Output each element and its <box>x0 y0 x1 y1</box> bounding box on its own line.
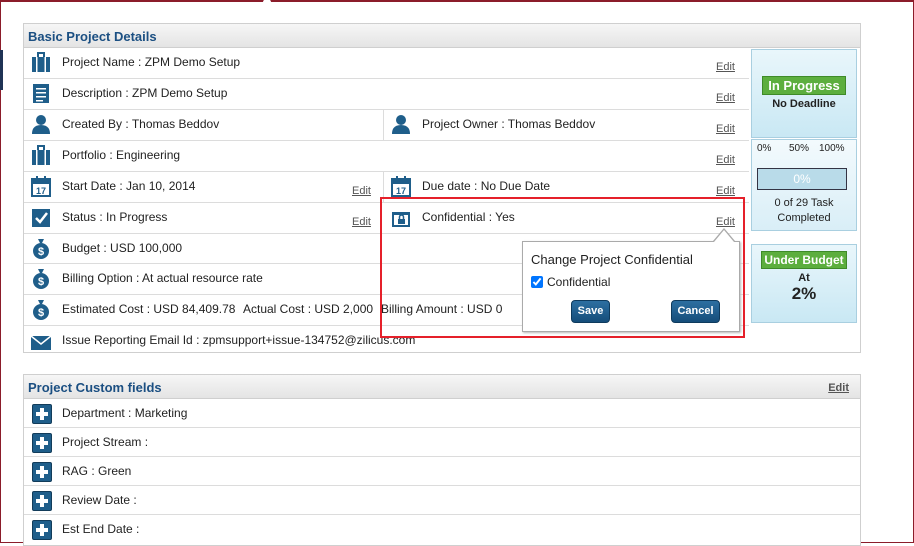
start-date-text: Start Date : Jan 10, 2014 <box>62 179 196 193</box>
edit-portfolio-link[interactable]: Edit <box>716 154 735 166</box>
edit-custom-fields-link[interactable]: Edit <box>828 382 849 394</box>
at-label: At <box>798 272 810 284</box>
due-date-text: Due date : No Due Date <box>422 179 551 193</box>
briefcase-icon <box>32 52 50 72</box>
money-bag-icon: $ <box>33 239 49 259</box>
description-text: Description : ZPM Demo Setup <box>62 86 228 100</box>
edit-start-date-link[interactable]: Edit <box>352 185 371 197</box>
issue-email-text: Issue Reporting Email Id : zpmsupport+is… <box>62 333 416 347</box>
edit-due-date-link[interactable]: Edit <box>716 185 735 197</box>
owner-user-icon <box>392 115 410 134</box>
estimated-cost-text: Estimated Cost : USD 84,409.78 <box>62 302 236 316</box>
budget-percent: 2% <box>791 284 817 303</box>
progress-label-50: 50% <box>789 143 810 154</box>
custom-field-row: Project Stream : <box>24 428 860 457</box>
save-button[interactable]: Save <box>571 300 610 323</box>
plus-icon <box>32 404 52 424</box>
task-progress-box: 0% 50% 100% 0% 0 of 29 Task Completed <box>751 139 857 231</box>
cost-money-icon: $ <box>33 300 49 320</box>
row-created-owner: Created By : Thomas Beddov Project Owner… <box>24 110 749 141</box>
plus-icon <box>32 462 52 482</box>
edit-description-link[interactable]: Edit <box>716 92 735 104</box>
edit-status-link[interactable]: Edit <box>352 216 371 228</box>
progress-label-100: 100% <box>819 143 845 154</box>
custom-field-text: Est End Date : <box>62 522 140 536</box>
user-icon <box>32 115 50 134</box>
svg-text:$: $ <box>38 276 44 288</box>
budget-text: Budget : USD 100,000 <box>62 241 183 255</box>
confidential-checkbox[interactable] <box>531 276 543 288</box>
custom-panel-title: Project Custom fields <box>28 380 162 395</box>
edit-owner-link[interactable]: Edit <box>716 123 735 135</box>
custom-field-row: Review Date : <box>24 486 860 515</box>
portfolio-icon <box>32 145 50 165</box>
custom-field-text: Review Date : <box>62 493 137 507</box>
custom-field-row: RAG : Green <box>24 457 860 486</box>
edit-project-name-link[interactable]: Edit <box>716 61 735 73</box>
plus-icon <box>32 520 52 540</box>
project-name-text: Project Name : ZPM Demo Setup <box>62 55 241 69</box>
left-accent-bar <box>0 50 3 90</box>
column-divider <box>383 110 384 140</box>
project-custom-fields-panel: Project Custom fields Edit Department : … <box>23 374 861 546</box>
plus-icon <box>32 491 52 511</box>
tasks-completed-line2: Completed <box>777 212 831 224</box>
svg-text:17: 17 <box>396 186 406 196</box>
svg-text:$: $ <box>38 246 44 258</box>
custom-field-text: Project Stream : <box>62 435 149 449</box>
due-calendar-icon: 17 <box>391 176 411 197</box>
confidential-checkbox-row[interactable]: Confidential <box>531 275 610 289</box>
status-text: Status : In Progress <box>62 210 168 224</box>
deadline-text: No Deadline <box>772 98 836 110</box>
custom-field-row: Department : Marketing <box>24 399 860 428</box>
cancel-button[interactable]: Cancel <box>671 300 720 323</box>
custom-field-text: RAG : Green <box>62 464 132 478</box>
panel-title: Basic Project Details <box>28 29 157 44</box>
svg-text:17: 17 <box>36 186 46 196</box>
confidential-checkbox-label: Confidential <box>547 275 611 289</box>
project-owner-text: Project Owner : Thomas Beddov <box>422 117 596 131</box>
portfolio-text: Portfolio : Engineering <box>62 148 181 162</box>
email-icon <box>31 335 51 350</box>
billing-money-icon: $ <box>33 269 49 289</box>
custom-panel-header: Project Custom fields Edit <box>24 375 860 399</box>
created-by-text: Created By : Thomas Beddov <box>62 117 220 131</box>
checkmark-icon <box>32 209 50 227</box>
frame-notch <box>263 0 271 5</box>
custom-field-text: Department : Marketing <box>62 406 188 420</box>
plus-icon <box>32 433 52 453</box>
svg-text:$: $ <box>38 307 44 319</box>
popup-pointer-inner <box>714 230 734 242</box>
progress-label-0: 0% <box>757 143 772 154</box>
status-summary-box: In Progress No Deadline <box>751 49 857 138</box>
billing-option-text: Billing Option : At actual resource rate <box>62 271 263 285</box>
document-icon <box>33 84 49 103</box>
custom-field-row: Est End Date : <box>24 515 860 543</box>
row-description: Description : ZPM Demo Setup Edit <box>24 79 749 110</box>
calendar-icon: 17 <box>31 176 51 197</box>
popup-title: Change Project Confidential <box>531 252 693 267</box>
change-confidential-popup: Change Project Confidential Confidential… <box>522 241 740 332</box>
row-project-name: Project Name : ZPM Demo Setup Edit <box>24 48 749 79</box>
task-progress-bar: 0% <box>757 168 847 190</box>
row-portfolio: Portfolio : Engineering Edit <box>24 141 749 172</box>
budget-status-box: Under Budget At 2% <box>751 244 857 323</box>
tasks-completed-line1: 0 of 29 Task <box>774 197 834 209</box>
under-budget-badge: Under Budget <box>761 251 847 269</box>
in-progress-badge: In Progress <box>762 76 846 95</box>
progress-bar-value: 0% <box>793 172 811 186</box>
actual-cost-text: Actual Cost : USD 2,000 <box>243 302 374 316</box>
panel-header: Basic Project Details <box>24 24 860 48</box>
